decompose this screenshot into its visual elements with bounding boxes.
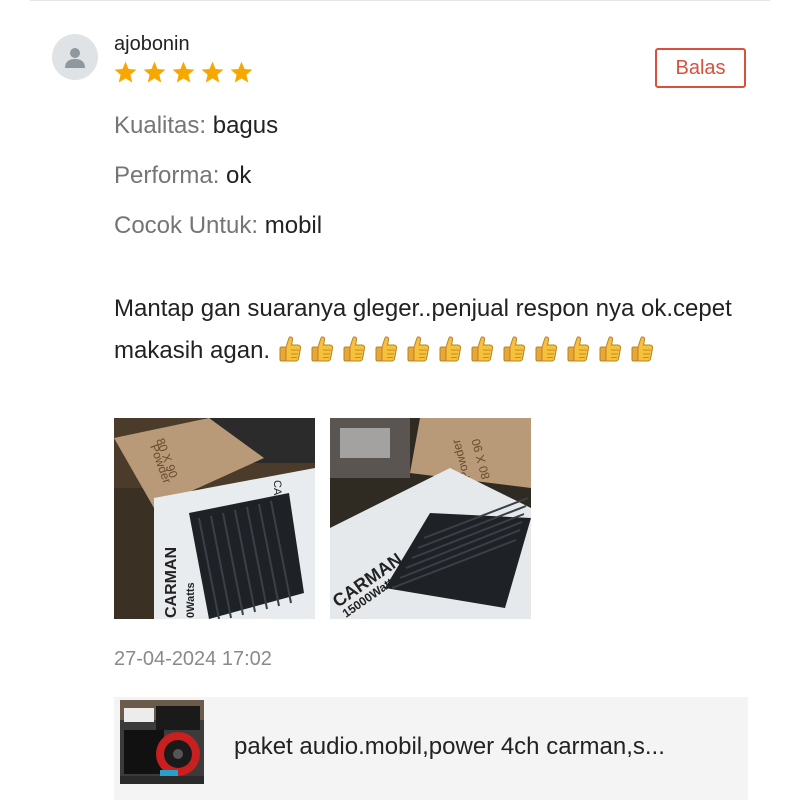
attribute-performance-label: Performa: <box>114 162 220 189</box>
review-timestamp: 27-04-2024 17:02 <box>114 648 272 670</box>
attribute-quality-value: bagus <box>212 112 279 139</box>
review-photo-1[interactable]: 80 X 90 Powder CARMAN 0Watts CA400 <box>114 418 315 619</box>
attribute-quality: Kualitas: bagus <box>114 112 278 140</box>
review-photo-2[interactable]: 80 X 90 Powder CARMAN 15000Watts <box>330 418 531 619</box>
reply-button[interactable]: Balas <box>655 48 746 88</box>
attribute-suitable-for-value: mobil <box>264 212 323 239</box>
star-icon <box>201 61 224 83</box>
thumbs-up-emoji-row <box>277 336 661 364</box>
star-icon <box>172 61 195 83</box>
thumbs-up-emoji <box>471 336 493 362</box>
attribute-suitable-for: Cocok Untuk: mobil <box>114 212 322 240</box>
star-rating <box>113 60 254 85</box>
star-icon <box>114 61 137 83</box>
avatar[interactable] <box>52 34 98 80</box>
thumbs-up-emoji <box>631 336 653 362</box>
attribute-quality-label: Kualitas: <box>114 112 207 139</box>
product-thumbnail[interactable] <box>120 700 204 784</box>
attribute-suitable-for-label: Cocok Untuk: <box>114 212 259 239</box>
review-comment: Mantap gan suaranya gleger..penjual resp… <box>114 288 754 372</box>
product-name[interactable]: paket audio.mobil,power 4ch carman,s... <box>234 733 734 761</box>
reviewer-username[interactable]: ajobonin <box>114 33 190 56</box>
thumbs-up-emoji <box>535 336 557 362</box>
amplifier-photo-image: 80 X 90 Powder CARMAN 15000Watts <box>330 418 531 619</box>
star-icon <box>143 61 166 83</box>
thumbs-up-emoji <box>375 336 397 362</box>
top-divider <box>30 0 770 1</box>
amplifier-photo-image: 80 X 90 Powder CARMAN 0Watts CA400 <box>114 418 315 619</box>
thumbs-up-emoji <box>311 336 333 362</box>
attribute-performance: Performa: ok <box>114 162 251 190</box>
product-card[interactable]: paket audio.mobil,power 4ch carman,s... <box>114 697 748 800</box>
thumbs-up-emoji <box>503 336 525 362</box>
amplifier-brand-text: CARMAN <box>163 547 180 618</box>
thumbs-up-emoji <box>279 336 301 362</box>
amplifier-model-text: CA400 <box>271 480 283 514</box>
thumbs-up-emoji <box>567 336 589 362</box>
thumbs-up-emoji <box>343 336 365 362</box>
product-image <box>120 700 204 784</box>
attribute-performance-value: ok <box>226 162 252 189</box>
thumbs-up-emoji <box>407 336 429 362</box>
thumbs-up-emoji <box>439 336 461 362</box>
star-icon <box>230 61 253 83</box>
amplifier-watts-text: 0Watts <box>185 582 197 618</box>
user-icon <box>65 48 85 68</box>
thumbs-up-emoji <box>599 336 621 362</box>
